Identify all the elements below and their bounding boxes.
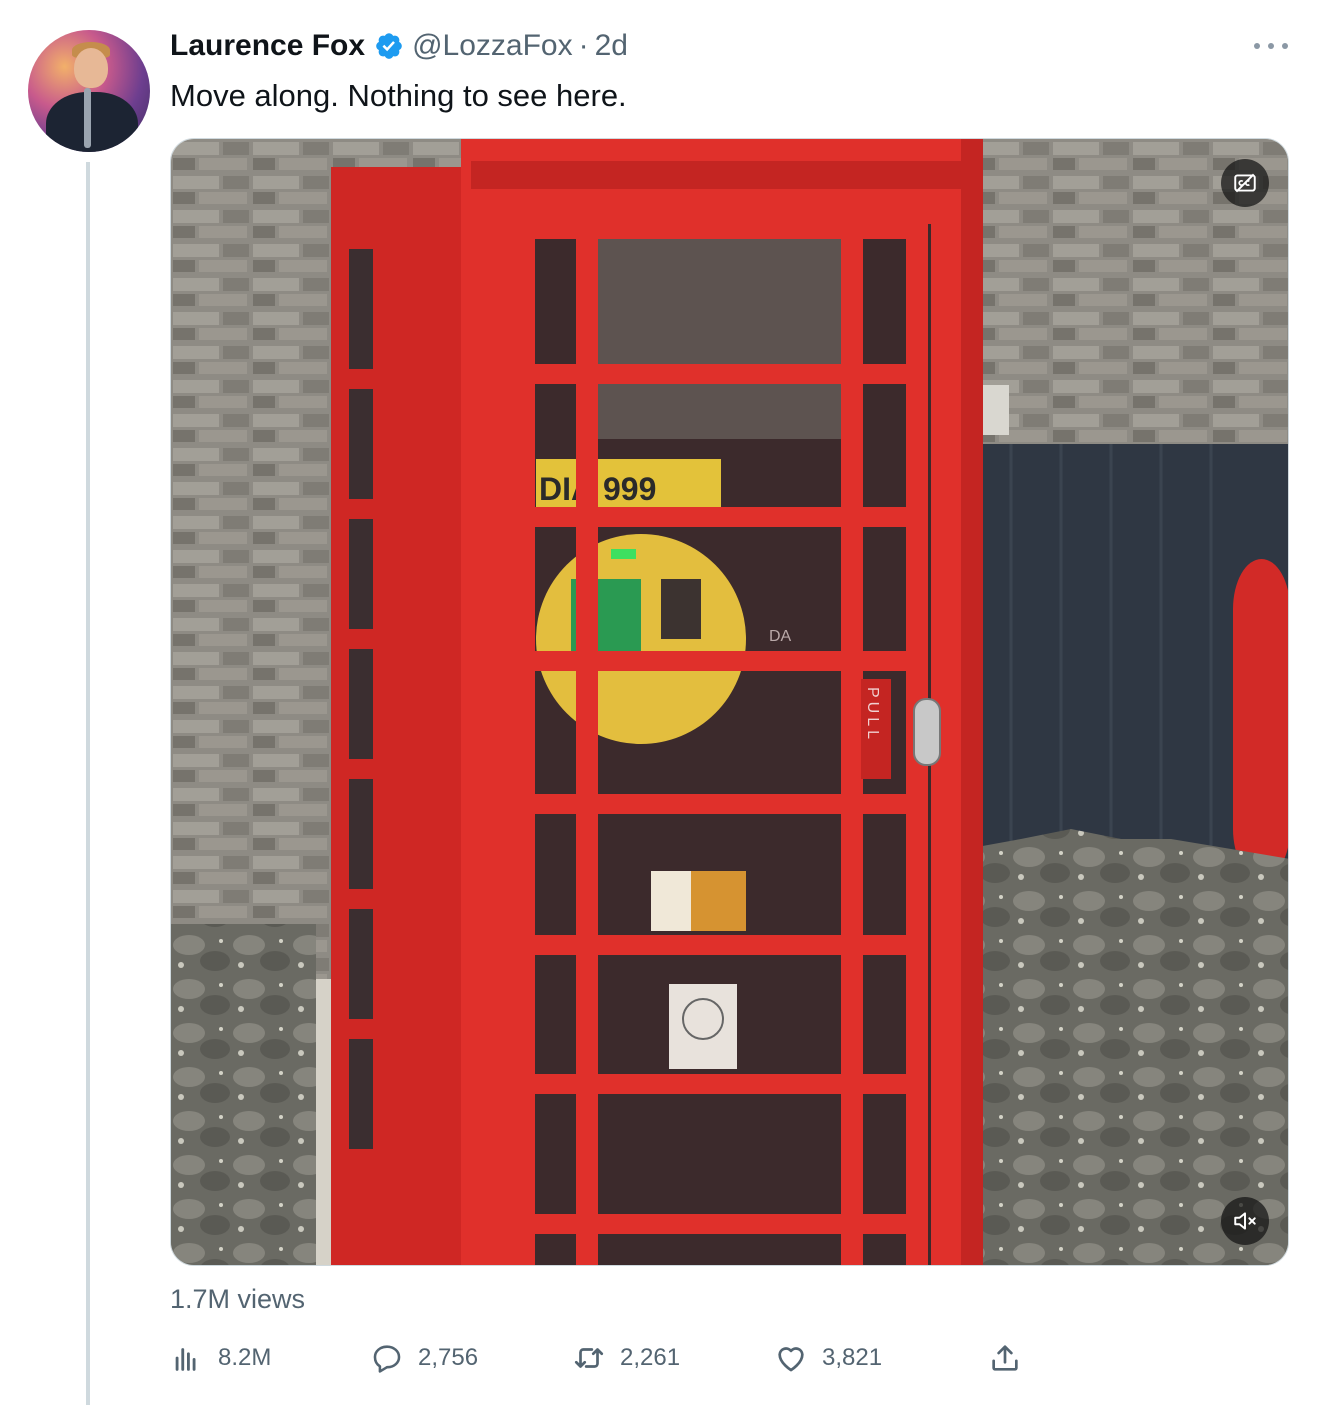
video-frame: DIA 999 DA PULL bbox=[171, 139, 1288, 1265]
heart-icon bbox=[778, 1347, 804, 1372]
like-button[interactable]: 3,821 bbox=[774, 1336, 882, 1380]
avatar-body bbox=[46, 92, 138, 152]
view-count: 1.7M views bbox=[170, 1284, 306, 1314]
tweet-header: Laurence Fox @LozzaFox · 2d bbox=[170, 28, 628, 64]
retweet-icon bbox=[574, 1348, 604, 1368]
speaker-muted-icon bbox=[1234, 1212, 1256, 1230]
reply-count: 2,756 bbox=[418, 1344, 479, 1371]
mute-button[interactable] bbox=[1221, 1197, 1269, 1245]
share-button[interactable] bbox=[988, 1336, 1022, 1380]
tweet-text: Move along. Nothing to see here. bbox=[170, 78, 627, 113]
verified-badge-icon[interactable] bbox=[374, 31, 404, 61]
inner-da-label: DA bbox=[769, 628, 792, 645]
author-avatar[interactable] bbox=[28, 30, 150, 152]
sign-999: 999 bbox=[603, 471, 656, 507]
author-handle[interactable]: @LozzaFox bbox=[412, 29, 573, 63]
cc-off-icon bbox=[1234, 173, 1256, 193]
bar-chart-icon bbox=[175, 1348, 196, 1371]
separator-dot: · bbox=[578, 29, 589, 62]
more-options-icon[interactable] bbox=[1254, 36, 1288, 56]
retweet-count: 2,261 bbox=[620, 1344, 681, 1371]
thread-line bbox=[86, 162, 90, 1405]
like-count: 3,821 bbox=[822, 1344, 883, 1371]
retweet-button[interactable]: 2,261 bbox=[572, 1336, 680, 1380]
captions-button[interactable] bbox=[1221, 159, 1269, 207]
author-name[interactable]: Laurence Fox bbox=[170, 29, 365, 63]
share-upload-icon bbox=[992, 1345, 1018, 1371]
analytics-button[interactable]: 8.2M bbox=[170, 1336, 271, 1380]
speech-bubble-icon bbox=[373, 1345, 401, 1373]
video-player[interactable]: DIA 999 DA PULL bbox=[170, 138, 1289, 1266]
avatar-head bbox=[74, 48, 108, 88]
tweet-actions: 8.2M 2,756 2,261 3,821 bbox=[170, 1336, 1070, 1380]
reply-button[interactable]: 2,756 bbox=[370, 1336, 478, 1380]
pull-label: PULL bbox=[864, 687, 881, 743]
avatar-microphone bbox=[84, 88, 91, 148]
tweet-timestamp[interactable]: 2d bbox=[595, 29, 628, 63]
analytics-count: 8.2M bbox=[218, 1344, 272, 1371]
